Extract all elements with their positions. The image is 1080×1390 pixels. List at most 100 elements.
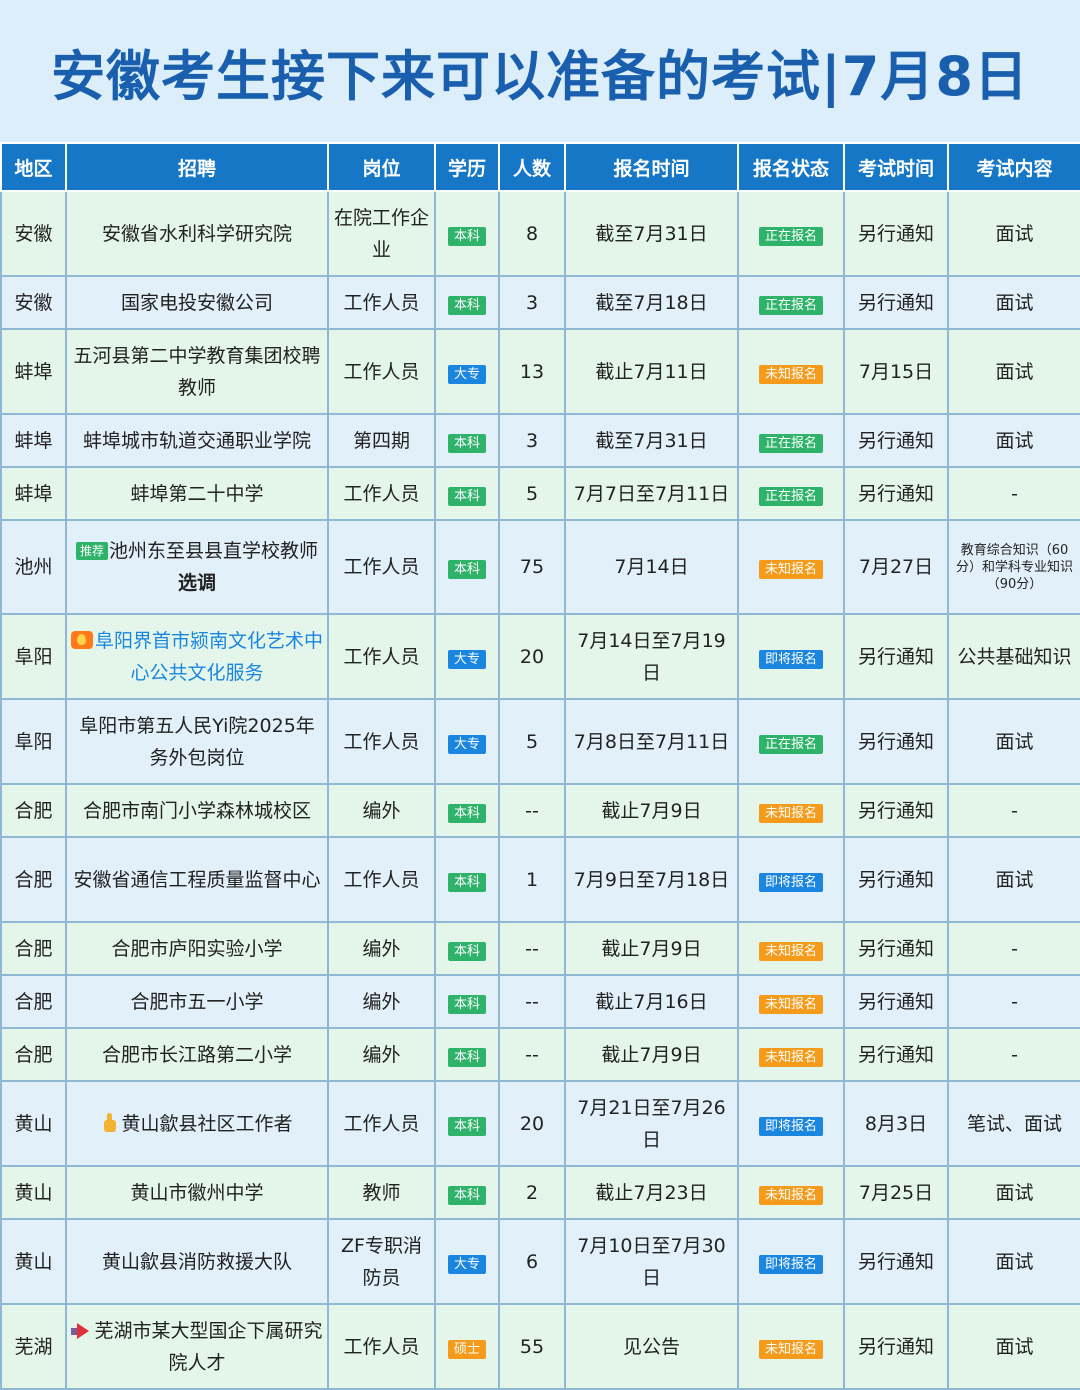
edu-badge: 本科 <box>447 295 486 315</box>
table-row: 池州 推荐 池州东至县县直学校教师选调 工作人员 本科 75 7月14日 未知报名… <box>0 519 1080 615</box>
cell-recruit: 黄山歙县社区工作者 <box>65 1080 329 1167</box>
cell-content: 面试 <box>947 413 1080 468</box>
cell-count: 5 <box>498 698 566 785</box>
cell-exam-time: 另行通知 <box>843 1303 949 1390</box>
recommend-tag: 推荐 <box>75 542 108 560</box>
page-title: 安徽考生接下来可以准备的考试|7月8日 <box>51 44 1029 108</box>
cell-count: -- <box>498 974 566 1029</box>
cell-content: 面试 <box>947 1218 1080 1305</box>
cell-content: 面试 <box>947 1165 1080 1220</box>
header-recruit: 招聘 <box>65 142 329 192</box>
cell-region: 池州 <box>0 519 67 615</box>
cell-exam-time: 另行通知 <box>843 1218 949 1305</box>
status-badge: 即将报名 <box>758 1254 823 1274</box>
cell-content: - <box>947 783 1080 838</box>
cell-region: 合肥 <box>0 783 67 838</box>
cell-reg-time: 截止7月16日 <box>564 974 739 1029</box>
edu-badge: 大专 <box>447 649 486 669</box>
cell-content: - <box>947 1027 1080 1082</box>
status-badge: 未知报名 <box>758 803 823 823</box>
cell-exam-time: 另行通知 <box>843 413 949 468</box>
header-row: 地区 招聘 岗位 学历 人数 报名时间 报名状态 考试时间 考试内容 <box>0 142 1080 192</box>
cell-recruit: 阜阳界首市颍南文化艺术中心公共文化服务 <box>65 613 329 700</box>
cell-region: 蚌埠 <box>0 328 67 415</box>
cell-count: -- <box>498 921 566 976</box>
cell-region: 蚌埠 <box>0 466 67 521</box>
cell-content: 面试 <box>947 190 1080 277</box>
cell-region: 合肥 <box>0 836 67 923</box>
cell-edu: 硕士 <box>434 1303 500 1390</box>
cell-recruit: 安徽省水利科学研究院 <box>65 190 329 277</box>
cell-count: 3 <box>498 413 566 468</box>
header-count: 人数 <box>498 142 566 192</box>
cell-status: 未知报名 <box>737 328 845 415</box>
cell-region: 蚌埠 <box>0 413 67 468</box>
cell-count: 3 <box>498 275 566 330</box>
cell-region: 黄山 <box>0 1218 67 1305</box>
cell-post: 编外 <box>327 1027 436 1082</box>
cell-status: 未知报名 <box>737 783 845 838</box>
cell-reg-time: 7月7日至7月11日 <box>564 466 739 521</box>
cell-reg-time: 截止7月11日 <box>564 328 739 415</box>
cell-reg-time: 截止7月9日 <box>564 783 739 838</box>
title-band: 安徽考生接下来可以准备的考试|7月8日 <box>0 0 1080 142</box>
cell-exam-time: 另行通知 <box>843 1027 949 1082</box>
status-badge: 未知报名 <box>758 941 823 961</box>
cell-recruit: 国家电投安徽公司 <box>65 275 329 330</box>
recruit-link[interactable]: 阜阳界首市颍南文化艺术中心公共文化服务 <box>95 630 323 684</box>
cell-edu: 本科 <box>434 466 500 521</box>
header-exam-time: 考试时间 <box>843 142 949 192</box>
cell-count: 5 <box>498 466 566 521</box>
cell-content: 笔试、面试 <box>947 1080 1080 1167</box>
cell-exam-time: 另行通知 <box>843 836 949 923</box>
table-row: 合肥 安徽省通信工程质量监督中心 工作人员 本科 1 7月9日至7月18日 即将… <box>0 836 1080 923</box>
cell-exam-time: 另行通知 <box>843 698 949 785</box>
header-region: 地区 <box>0 142 67 192</box>
recruit-name-tail: 选调 <box>177 572 216 594</box>
table-row: 安徽 安徽省水利科学研究院 在院工作企业 本科 8 截至7月31日 正在报名 另… <box>0 190 1080 277</box>
status-badge: 正在报名 <box>758 433 823 453</box>
edu-badge: 本科 <box>447 994 486 1014</box>
cell-edu: 本科 <box>434 836 500 923</box>
cell-status: 即将报名 <box>737 1218 845 1305</box>
cell-status: 即将报名 <box>737 613 845 700</box>
status-badge: 正在报名 <box>758 226 823 246</box>
cell-count: 75 <box>498 519 566 615</box>
table-row: 蚌埠 五河县第二中学教育集团校聘教师 工作人员 大专 13 截止7月11日 未知… <box>0 328 1080 415</box>
cell-edu: 本科 <box>434 413 500 468</box>
table-row: 合肥 合肥市长江路第二小学 编外 本科 -- 截止7月9日 未知报名 另行通知 … <box>0 1027 1080 1082</box>
cell-region: 黄山 <box>0 1080 67 1167</box>
edu-badge: 大专 <box>447 1254 486 1274</box>
cell-count: 2 <box>498 1165 566 1220</box>
cell-status: 未知报名 <box>737 974 845 1029</box>
cell-status: 正在报名 <box>737 466 845 521</box>
edu-badge: 本科 <box>447 1116 486 1136</box>
status-badge: 未知报名 <box>758 560 823 579</box>
cell-recruit: 蚌埠城市轨道交通职业学院 <box>65 413 329 468</box>
table-row: 黄山 黄山歙县消防救援大队 ZF专职消防员 大专 6 7月10日至7月30日 即… <box>0 1218 1080 1305</box>
cell-recruit: 合肥市五一小学 <box>65 974 329 1029</box>
cell-count: 13 <box>498 328 566 415</box>
cell-edu: 大专 <box>434 613 500 700</box>
cell-status: 正在报名 <box>737 190 845 277</box>
cell-status: 即将报名 <box>737 1080 845 1167</box>
cell-recruit: 五河县第二中学教育集团校聘教师 <box>65 328 329 415</box>
header-reg-time: 报名时间 <box>564 142 739 192</box>
cell-edu: 本科 <box>434 974 500 1029</box>
cell-recruit: 合肥市长江路第二小学 <box>65 1027 329 1082</box>
cell-post: 工作人员 <box>327 466 436 521</box>
table-row: 合肥 合肥市南门小学森林城校区 编外 本科 -- 截止7月9日 未知报名 另行通… <box>0 783 1080 838</box>
status-badge: 正在报名 <box>758 734 823 754</box>
cell-reg-time: 7月14日 <box>564 519 739 615</box>
cell-exam-time: 另行通知 <box>843 613 949 700</box>
table-row: 蚌埠 蚌埠城市轨道交通职业学院 第四期 本科 3 截至7月31日 正在报名 另行… <box>0 413 1080 468</box>
cell-edu: 本科 <box>434 921 500 976</box>
header-content: 考试内容 <box>947 142 1080 192</box>
edu-badge: 本科 <box>447 803 486 823</box>
cell-post: 工作人员 <box>327 836 436 923</box>
cell-content: - <box>947 974 1080 1029</box>
megaphone-icon <box>71 1323 91 1339</box>
cell-exam-time: 7月27日 <box>843 519 949 615</box>
cell-region: 合肥 <box>0 974 67 1029</box>
header-post: 岗位 <box>327 142 436 192</box>
